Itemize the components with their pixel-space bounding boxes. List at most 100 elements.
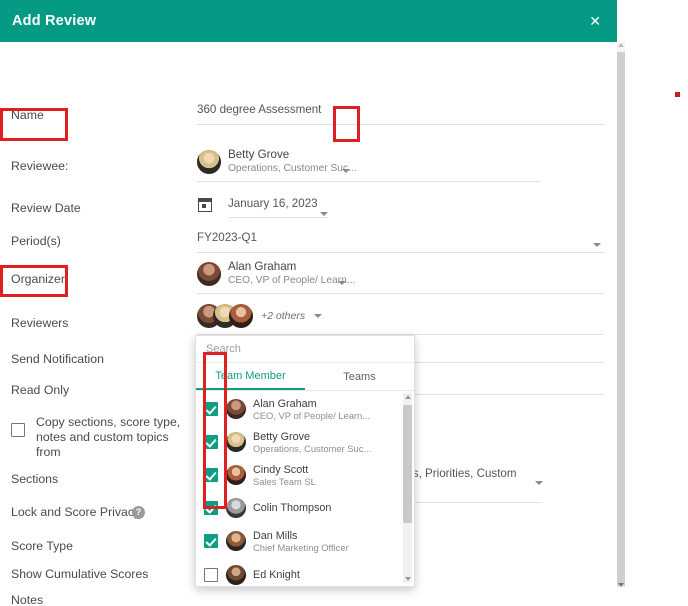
label-periods: Period(s) — [11, 234, 61, 248]
list-item[interactable]: Betty Grove Operations, Customer Suc... — [196, 429, 414, 455]
list-item-checkbox[interactable] — [204, 402, 226, 416]
chevron-down-icon — [535, 481, 543, 485]
label-reviewee: Reviewee: — [11, 159, 69, 173]
checkbox-icon — [204, 501, 218, 515]
list-item[interactable]: Alan Graham CEO, VP of People/ Learn... — [196, 396, 414, 422]
periods-value: FY2023-Q1 — [197, 231, 257, 244]
checkbox-icon — [204, 435, 218, 449]
dialog-body: Name 360 degree Assessment Reviewee: Bet… — [0, 42, 617, 606]
reviewee-name: Betty Grove — [228, 148, 290, 161]
popup-scrollbar[interactable] — [403, 393, 412, 583]
list-item-checkbox[interactable] — [204, 568, 226, 582]
page-title: Add Review — [12, 13, 97, 29]
label-score-type: Score Type — [11, 539, 73, 553]
dialog-header: Add Review ✕ — [0, 0, 617, 42]
search-placeholder: Search — [206, 343, 241, 355]
copy-sections-checkbox[interactable] — [11, 423, 25, 440]
search-input[interactable]: Search — [196, 336, 414, 363]
avatar — [226, 531, 246, 551]
organizer-person: Alan Graham CEO, VP of People/ Learn... — [197, 260, 604, 287]
list-item-checkbox[interactable] — [204, 435, 226, 449]
organizer-dropdown-toggle[interactable] — [338, 274, 346, 288]
tab-teams[interactable]: Teams — [305, 363, 414, 390]
chevron-down-icon — [342, 169, 350, 173]
list-item-name: Ed Knight — [253, 569, 300, 581]
list-item-subtitle: Chief Marketing Officer — [253, 541, 349, 553]
checkbox-icon — [204, 402, 218, 416]
organizer-field[interactable]: Alan Graham CEO, VP of People/ Learn... — [197, 260, 604, 294]
reviewers-dropdown-popup: Search Team Member Teams Alan Graham CEO… — [195, 335, 415, 587]
tab-team-member-label: Team Member — [215, 369, 286, 382]
list-item-checkbox[interactable] — [204, 534, 226, 548]
scroll-up-icon[interactable] — [618, 43, 624, 47]
reviewee-field[interactable]: Betty Grove Operations, Customer Suc... — [197, 148, 541, 182]
scrollbar-thumb[interactable] — [617, 52, 625, 586]
label-lock-score-privacy: Lock and Score Privacy — [11, 505, 141, 519]
label-send-notification: Send Notification — [11, 352, 104, 366]
label-review-date: Review Date — [11, 201, 81, 215]
review-date-dropdown-toggle[interactable] — [320, 205, 328, 219]
team-member-list[interactable]: Alan Graham CEO, VP of People/ Learn... … — [196, 391, 414, 585]
list-item-subtitle: Sales Team SL — [253, 475, 316, 487]
page-background — [625, 0, 688, 606]
list-item-name: Alan Graham — [253, 397, 317, 410]
chevron-down-icon[interactable] — [314, 314, 323, 318]
name-input-value: 360 degree Assessment — [197, 103, 322, 116]
periods-dropdown-toggle[interactable] — [593, 236, 601, 250]
tab-teams-label: Teams — [343, 370, 376, 383]
tab-team-member[interactable]: Team Member — [196, 363, 305, 390]
reviewee-person: Betty Grove Operations, Customer Suc... — [197, 148, 541, 175]
reviewers-field[interactable]: +2 others — [197, 304, 604, 335]
list-item-name: Colin Thompson — [253, 502, 332, 514]
reviewers-more-count: +2 others — [261, 310, 306, 322]
list-item-name: Dan Mills — [253, 529, 298, 542]
review-date-value: January 16, 2023 — [228, 197, 318, 210]
chevron-down-icon — [593, 243, 601, 247]
help-icon[interactable]: ? — [132, 504, 145, 519]
checkbox-icon — [204, 468, 218, 482]
scroll-up-icon[interactable] — [404, 395, 411, 399]
list-item-subtitle: Operations, Customer Suc... — [253, 442, 372, 454]
scroll-down-icon[interactable] — [618, 583, 624, 587]
checkbox-icon — [11, 423, 25, 437]
label-reviewers: Reviewers — [11, 316, 69, 330]
label-read-only: Read Only — [11, 383, 70, 397]
list-item-name: Cindy Scott — [253, 463, 309, 476]
scroll-down-icon[interactable] — [404, 577, 411, 581]
avatar — [197, 149, 221, 174]
name-input[interactable]: 360 degree Assessment — [197, 102, 604, 125]
periods-select[interactable]: FY2023-Q1 — [197, 230, 604, 253]
review-date-input[interactable]: January 16, 2023 — [228, 196, 328, 218]
label-notes: Notes — [11, 593, 44, 606]
list-item[interactable]: Dan Mills Chief Marketing Officer — [196, 528, 414, 554]
reviewee-subtitle: Operations, Customer Suc... — [228, 163, 357, 174]
chevron-down-icon — [320, 212, 328, 216]
organizer-subtitle: CEO, VP of People/ Learn... — [228, 275, 356, 286]
calendar-icon[interactable] — [198, 198, 212, 212]
list-item-subtitle: CEO, VP of People/ Learn... — [253, 409, 371, 421]
avatar — [197, 261, 221, 286]
dialog-scrollbar[interactable] — [617, 42, 625, 588]
checkbox-icon — [204, 534, 218, 548]
scrollbar-thumb[interactable] — [403, 405, 412, 523]
list-item-checkbox[interactable] — [204, 468, 226, 482]
organizer-name: Alan Graham — [228, 260, 297, 273]
avatar — [226, 399, 246, 419]
cursor-marker-dot — [675, 92, 680, 97]
chevron-down-icon — [338, 281, 346, 285]
avatar — [229, 304, 253, 328]
list-item-checkbox[interactable] — [204, 501, 226, 515]
help-icon-glyph: ? — [132, 506, 145, 519]
avatar — [226, 432, 246, 452]
close-icon[interactable]: ✕ — [585, 12, 605, 30]
list-item[interactable]: Colin Thompson — [196, 495, 414, 521]
label-copy-sections: Copy sections, score type, notes and cus… — [36, 415, 181, 459]
avatar — [226, 565, 246, 585]
reviewee-dropdown-toggle[interactable] — [342, 162, 350, 176]
avatar — [226, 498, 246, 518]
popup-tabs: Team Member Teams — [196, 363, 414, 391]
label-show-cumulative-scores: Show Cumulative Scores — [11, 567, 149, 581]
list-item[interactable]: Cindy Scott Sales Team SL — [196, 462, 414, 488]
sections-dropdown-toggle[interactable] — [535, 474, 543, 488]
list-item[interactable]: Ed Knight — [196, 562, 414, 585]
